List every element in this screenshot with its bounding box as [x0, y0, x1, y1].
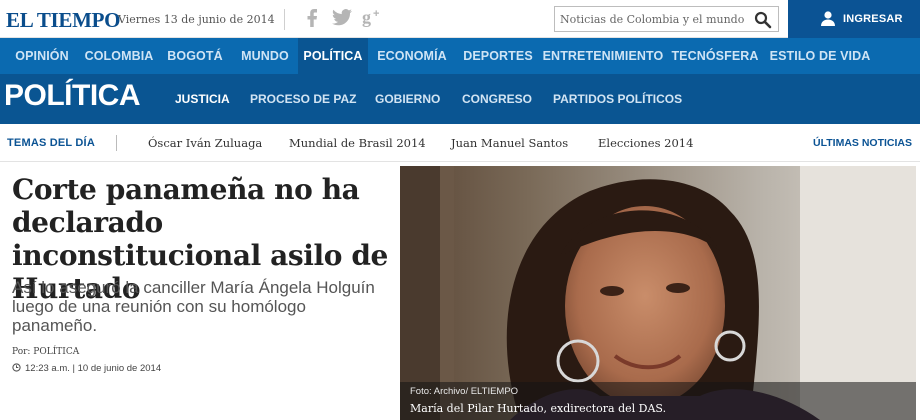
- login-button[interactable]: INGRESAR: [788, 0, 920, 38]
- section-title: POLÍTICA: [4, 79, 141, 112]
- nav-item-mundo[interactable]: MUNDO: [232, 38, 298, 74]
- subnav-item-justicia[interactable]: JUSTICIA: [175, 92, 230, 106]
- nav-item-deportes[interactable]: DEPORTES: [456, 38, 540, 74]
- login-label: INGRESAR: [843, 13, 903, 25]
- trending-topic[interactable]: Juan Manuel Santos: [451, 136, 568, 150]
- main-nav: OPINIÓN COLOMBIA BOGOTÁ MUNDO POLÍTICA E…: [0, 38, 920, 74]
- top-bar: EL TIEMPO Viernes 13 de junio de 2014 g …: [0, 0, 920, 38]
- clock-icon: [12, 363, 21, 372]
- svg-text:+: +: [373, 8, 379, 20]
- nav-item-opinion[interactable]: OPINIÓN: [4, 38, 80, 74]
- trending-label: TEMAS DEL DÍA: [7, 137, 95, 149]
- section-header: POLÍTICA JUSTICIA PROCESO DE PAZ GOBIERN…: [0, 74, 920, 124]
- nav-item-bogota[interactable]: BOGOTÁ: [158, 38, 232, 74]
- nav-item-politica[interactable]: POLÍTICA: [298, 38, 368, 74]
- photo-caption: María del Pilar Hurtado, exdirectora del…: [410, 402, 667, 415]
- trending-topic[interactable]: Elecciones 2014: [598, 136, 693, 150]
- user-icon: [821, 11, 835, 26]
- nav-item-tecnosfera[interactable]: TECNÓSFERA: [666, 38, 764, 74]
- trending-topics-bar: TEMAS DEL DÍA Óscar Iván Zuluaga Mundial…: [0, 124, 920, 162]
- twitter-icon[interactable]: [332, 9, 352, 31]
- divider: [116, 135, 117, 151]
- photo-caption-bar: Foto: Archivo/ ELTIEMPO María del Pilar …: [400, 382, 916, 420]
- nav-item-estilo-de-vida[interactable]: ESTILO DE VIDA: [764, 38, 876, 74]
- divider: [284, 9, 285, 30]
- search-icon[interactable]: [754, 11, 772, 29]
- subnav-item-partidos-politicos[interactable]: PARTIDOS POLÍTICOS: [553, 92, 682, 106]
- current-date: Viernes 13 de junio de 2014: [118, 13, 275, 26]
- search-box: [554, 6, 779, 32]
- article-photo[interactable]: Foto: Archivo/ ELTIEMPO María del Pilar …: [400, 166, 916, 420]
- site-logo[interactable]: EL TIEMPO: [6, 8, 121, 33]
- article-byline[interactable]: Por: POLÍTICA: [12, 347, 79, 357]
- trending-topic[interactable]: Óscar Iván Zuluaga: [148, 136, 262, 150]
- search-input[interactable]: [555, 7, 750, 31]
- subnav-item-congreso[interactable]: CONGRESO: [462, 92, 532, 106]
- trending-topic[interactable]: Mundial de Brasil 2014: [289, 136, 426, 150]
- article-summary: Así lo aseguró la canciller María Ángela…: [12, 278, 375, 335]
- facebook-icon[interactable]: [306, 9, 318, 32]
- google-plus-icon[interactable]: g +: [362, 7, 384, 32]
- nav-item-economia[interactable]: ECONOMÍA: [368, 38, 456, 74]
- photo-credit: Foto: Archivo/ ELTIEMPO: [410, 386, 519, 397]
- subnav-item-proceso-de-paz[interactable]: PROCESO DE PAZ: [250, 92, 356, 106]
- latest-news-link[interactable]: ÚLTIMAS NOTICIAS: [813, 137, 912, 149]
- subnav-item-gobierno[interactable]: GOBIERNO: [375, 92, 440, 106]
- svg-text:g: g: [362, 7, 371, 27]
- nav-item-colombia[interactable]: COLOMBIA: [80, 38, 158, 74]
- article-timestamp: 12:23 a.m. | 10 de junio de 2014: [12, 363, 161, 374]
- nav-item-entretenimiento[interactable]: ENTRETENIMIENTO: [540, 38, 666, 74]
- timestamp-text: 12:23 a.m. | 10 de junio de 2014: [25, 363, 162, 374]
